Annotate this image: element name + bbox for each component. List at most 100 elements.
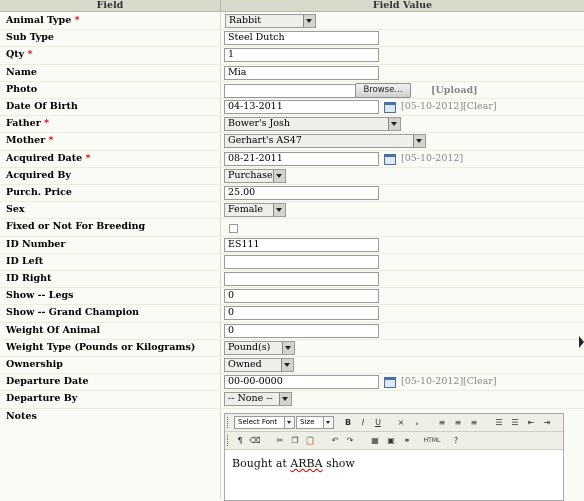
sub-type-input[interactable]: Steel Dutch	[224, 31, 379, 46]
row-father: Father * Bower's Josh	[0, 115, 584, 134]
strikethrough-icon[interactable]: ×	[395, 417, 407, 428]
subscript-icon[interactable]: ₓ	[411, 417, 423, 428]
row-id-right: ID Right	[0, 270, 584, 289]
cut-icon[interactable]: ✂	[274, 435, 286, 446]
field-label: Ownership	[6, 359, 63, 370]
departure-clear-link[interactable]: [Clear]	[463, 373, 497, 390]
table-header: Field Field Value	[0, 0, 584, 12]
copy-icon[interactable]: ❐	[289, 435, 301, 446]
show-gc-input[interactable]: 0	[224, 306, 379, 321]
bullet-list-icon[interactable]: ☰	[493, 417, 505, 428]
dob-today-link[interactable]: [05-10-2012]	[401, 98, 463, 115]
ownership-select[interactable]: Owned	[224, 358, 294, 372]
mouse-cursor-icon	[579, 336, 584, 348]
acquired-today-link[interactable]: [05-10-2012]	[401, 150, 463, 167]
chevron-down-icon	[303, 15, 315, 27]
dob-input[interactable]: 04-13-2011	[224, 100, 379, 114]
chevron-down-icon	[273, 169, 285, 182]
calendar-icon[interactable]	[384, 102, 396, 113]
field-label: Notes	[6, 410, 37, 422]
row-weight: Weight Of Animal 0	[0, 322, 584, 340]
fixed-checkbox[interactable]	[229, 224, 238, 234]
field-label: Acquired Date *	[6, 152, 91, 164]
name-input[interactable]: Mia	[224, 65, 379, 80]
field-label: Show -- Grand Champion	[6, 307, 140, 319]
price-input[interactable]: 25.00	[224, 186, 379, 200]
row-id-left: ID Left	[0, 253, 584, 271]
mother-select[interactable]: Gerhart's AS47	[224, 134, 426, 149]
row-sex: Sex Female	[0, 201, 584, 220]
field-label: Father *	[6, 118, 50, 130]
font-select[interactable]: Select Font	[234, 416, 295, 429]
animal-type-select[interactable]: Rabbit	[225, 14, 316, 28]
row-qty: Qty * 1	[0, 46, 584, 65]
departure-today-link[interactable]: [05-10-2012]	[401, 373, 463, 390]
outdent-icon[interactable]: ⇤	[525, 417, 537, 428]
browse-button[interactable]: Browse...	[355, 82, 411, 98]
field-label: ID Right	[6, 273, 52, 284]
sex-select[interactable]: Female	[224, 203, 286, 218]
paste-icon[interactable]: 📋	[304, 435, 316, 446]
redo-icon[interactable]: ↷	[344, 435, 356, 446]
chevron-down-icon	[279, 393, 291, 406]
field-label: Name	[6, 66, 37, 78]
indent-icon[interactable]: ⇥	[541, 417, 553, 428]
row-photo: Photo Browse... [Upload]	[0, 81, 584, 99]
chevron-down-icon	[323, 417, 333, 428]
departure-by-select[interactable]: -- None --	[224, 392, 292, 407]
dob-clear-link[interactable]: [Clear]	[463, 98, 497, 115]
acquired-by-select[interactable]: Purchase	[224, 168, 286, 183]
show-legs-input[interactable]: 0	[224, 289, 379, 304]
format-icon[interactable]: ¶	[234, 435, 246, 446]
photo-file-input[interactable]	[224, 83, 356, 98]
italic-button[interactable]: I	[357, 417, 369, 428]
chevron-down-icon	[388, 118, 400, 131]
row-name: Name Mia	[0, 64, 584, 82]
weight-input[interactable]: 0	[224, 323, 379, 338]
id-left-input[interactable]	[224, 254, 379, 269]
father-select[interactable]: Bower's Josh	[224, 117, 401, 132]
upload-link[interactable]: [Upload]	[431, 82, 478, 99]
acquired-date-input[interactable]: 08-21-2011	[224, 151, 379, 166]
align-center-icon[interactable]: ≡	[452, 417, 464, 428]
notes-content[interactable]: Bought at ARBA show	[232, 457, 355, 470]
underline-button[interactable]: U	[372, 417, 384, 428]
remove-format-icon[interactable]: ⌫	[249, 435, 261, 446]
image-icon[interactable]: ▣	[385, 435, 397, 446]
id-right-input[interactable]	[224, 272, 379, 286]
field-label: ID Number	[6, 238, 66, 250]
row-purch-price: Purch. Price 25.00	[0, 184, 584, 203]
field-label: Departure Date	[6, 376, 89, 388]
qty-input[interactable]: 1	[224, 48, 379, 63]
field-label: Departure By	[6, 393, 78, 405]
size-select[interactable]: Size	[296, 416, 334, 429]
id-number-input[interactable]: ES111	[224, 237, 379, 252]
field-label: Animal Type *	[6, 15, 80, 26]
align-right-icon[interactable]: ≡	[468, 417, 480, 428]
html-source-button[interactable]: HTML	[423, 435, 441, 446]
row-acquired-by: Acquired By Purchase	[0, 167, 584, 185]
field-label: Fixed or Not For Breeding	[6, 221, 146, 233]
weight-type-select[interactable]: Pound(s)	[224, 340, 295, 355]
field-column-header: Field	[0, 0, 221, 11]
departure-date-input[interactable]: 00-00-0000	[224, 375, 379, 390]
value-column-header: Field Value	[372, 0, 433, 11]
bold-button[interactable]: B	[342, 417, 354, 428]
field-label: Purch. Price	[6, 187, 72, 198]
undo-icon[interactable]: ↶	[329, 435, 341, 446]
calendar-icon[interactable]	[384, 153, 396, 165]
row-weight-type: Weight Type (Pounds or Kilograms) Pound(…	[0, 339, 584, 357]
table-icon[interactable]: ▦	[369, 435, 381, 446]
toolbar-grip	[227, 435, 231, 446]
align-left-icon[interactable]: ≡	[436, 417, 448, 428]
field-label: Sex	[6, 204, 25, 216]
notes-rich-text-editor[interactable]: Select Font Size B I U × ₓ ≡ ≡ ≡ ☰ ☰ ⇤ ⇥…	[224, 413, 564, 501]
chevron-down-icon	[281, 359, 293, 371]
calendar-icon[interactable]	[384, 377, 396, 389]
editor-toolbar-row-2: ¶ ⌫ ✂ ❐ 📋 ↶ ↷ ▦ ▣ ⚭ HTML ?	[225, 432, 563, 450]
numbered-list-icon[interactable]: ☰	[509, 417, 521, 428]
link-icon[interactable]: ⚭	[401, 435, 413, 446]
field-label: Show -- Legs	[6, 290, 74, 302]
help-icon[interactable]: ?	[450, 435, 462, 446]
field-label: Photo	[6, 83, 38, 95]
